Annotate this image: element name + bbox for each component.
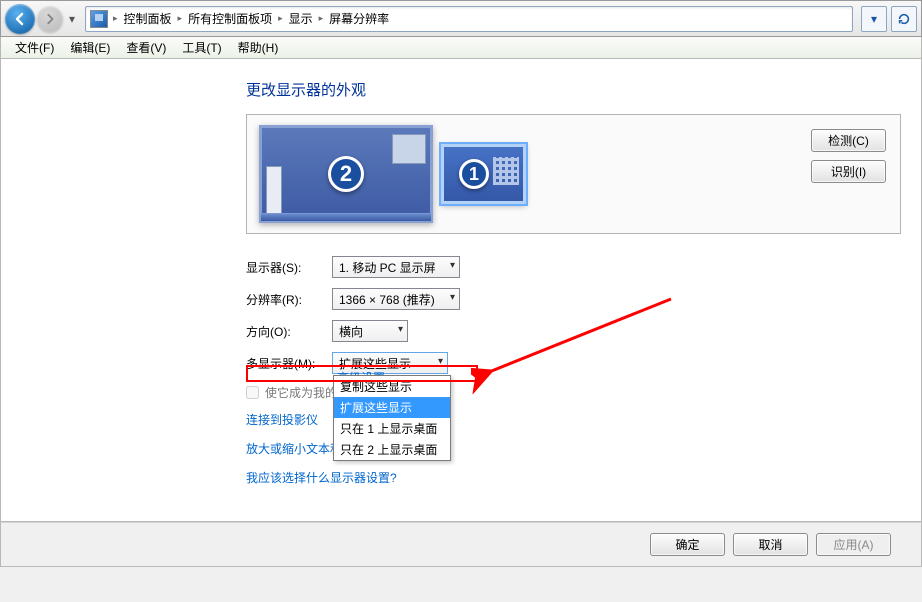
chevron-right-icon[interactable]: ▸ <box>275 13 286 24</box>
dropdown-option-duplicate[interactable]: 复制这些显示 <box>334 376 450 397</box>
chevron-right-icon[interactable]: ▸ <box>110 13 121 24</box>
monitor-number-badge: 1 <box>459 159 489 189</box>
control-panel-icon <box>90 10 108 28</box>
page-heading: 更改显示器的外观 <box>246 79 901 100</box>
nav-dropdown-button[interactable]: ▾ <box>861 6 887 32</box>
window-icon <box>266 166 282 218</box>
resolution-select[interactable]: 1366 × 768 (推荐) <box>332 288 460 310</box>
nav-forward-button[interactable] <box>37 6 63 32</box>
make-main-checkbox[interactable] <box>246 386 259 399</box>
multi-display-dropdown-list: 复制这些显示 扩展这些显示 只在 1 上显示桌面 只在 2 上显示桌面 <box>333 375 451 461</box>
dropdown-option-only1[interactable]: 只在 1 上显示桌面 <box>334 418 450 439</box>
dropdown-option-only2[interactable]: 只在 2 上显示桌面 <box>334 439 450 460</box>
menu-file[interactable]: 文件(F) <box>7 37 62 58</box>
apply-button[interactable]: 应用(A) <box>816 533 891 556</box>
resolution-label: 分辨率(R): <box>246 291 332 308</box>
menu-bar: 文件(F) 编辑(E) 查看(V) 工具(T) 帮助(H) <box>0 37 922 59</box>
chevron-right-icon[interactable]: ▸ <box>175 13 186 24</box>
identify-button[interactable]: 识别(I) <box>811 160 886 183</box>
multi-display-label: 多显示器(M): <box>246 355 332 372</box>
breadcrumb-control-panel[interactable]: 控制面板 <box>121 10 175 27</box>
taskbar-icon <box>261 213 431 221</box>
menu-edit[interactable]: 编辑(E) <box>62 37 118 58</box>
detect-button[interactable]: 检测(C) <box>811 129 886 152</box>
which-settings-link[interactable]: 我应该选择什么显示器设置? <box>246 469 397 486</box>
orientation-label: 方向(O): <box>246 323 332 340</box>
grid-icon <box>493 157 519 185</box>
ok-button[interactable]: 确定 <box>650 533 725 556</box>
orientation-select[interactable]: 横向 <box>332 320 408 342</box>
breadcrumb-all-items[interactable]: 所有控制面板项 <box>185 10 275 27</box>
monitor-preview-box: 2 1 检测(C) 识别(I) <box>246 114 901 234</box>
display-label: 显示器(S): <box>246 259 332 276</box>
menu-view[interactable]: 查看(V) <box>118 37 174 58</box>
breadcrumb[interactable]: ▸ 控制面板 ▸ 所有控制面板项 ▸ 显示 ▸ 屏幕分辨率 <box>85 6 853 32</box>
nav-history-dropdown[interactable]: ▾ <box>65 12 79 26</box>
chevron-right-icon[interactable]: ▸ <box>316 13 327 24</box>
cancel-button[interactable]: 取消 <box>733 533 808 556</box>
breadcrumb-display[interactable]: 显示 <box>286 10 316 27</box>
make-main-label: 使它成为我的 <box>265 384 337 401</box>
dialog-button-bar: 确定 取消 应用(A) <box>0 522 922 567</box>
menu-help[interactable]: 帮助(H) <box>230 37 287 58</box>
content-area: 更改显示器的外观 2 1 检测(C) 识别(I) 显示器(S): 1. 移动 P… <box>0 59 922 522</box>
menu-tools[interactable]: 工具(T) <box>174 37 229 58</box>
projector-link[interactable]: 连接到投影仪 <box>246 411 318 428</box>
window-icon <box>392 134 426 164</box>
nav-refresh-button[interactable] <box>891 6 917 32</box>
navigation-bar: ▾ ▸ 控制面板 ▸ 所有控制面板项 ▸ 显示 ▸ 屏幕分辨率 ▾ <box>0 0 922 37</box>
dropdown-option-extend[interactable]: 扩展这些显示 <box>334 397 450 418</box>
monitor-number-badge: 2 <box>328 156 364 192</box>
monitor-2-preview[interactable]: 2 <box>259 125 433 223</box>
breadcrumb-resolution[interactable]: 屏幕分辨率 <box>326 10 392 27</box>
monitor-1-preview[interactable]: 1 <box>441 144 526 204</box>
nav-back-button[interactable] <box>5 4 35 34</box>
display-select[interactable]: 1. 移动 PC 显示屏 <box>332 256 460 278</box>
